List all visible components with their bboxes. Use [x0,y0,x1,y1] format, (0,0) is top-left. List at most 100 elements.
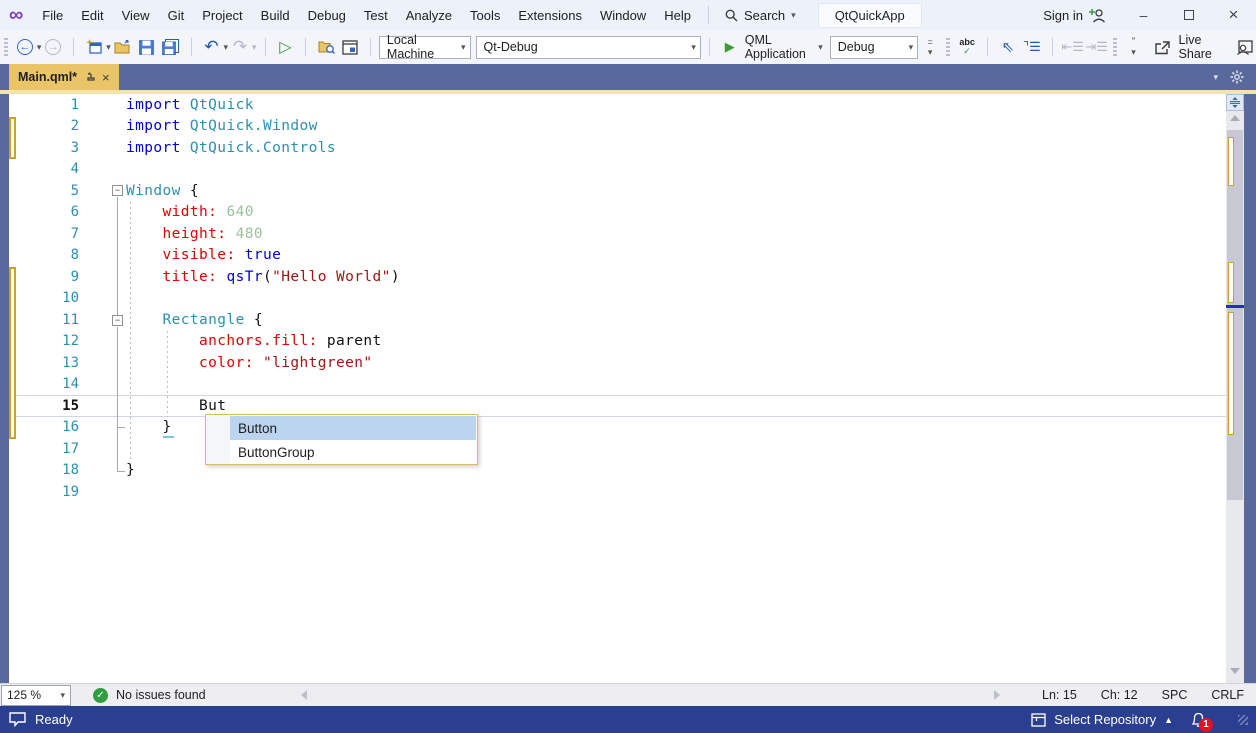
resize-grip[interactable] [1238,715,1248,725]
code-line-18[interactable]: 18} [9,460,1226,482]
close-button[interactable]: × [1211,0,1256,30]
completion-item-buttongroup[interactable]: ButtonGroup [230,440,476,464]
code-line-17[interactable]: 17 [9,438,1226,460]
code-editor[interactable]: 1import QtQuick2import QtQuick.Window3im… [9,94,1226,683]
code-line-7[interactable]: 7 height: 480 [9,223,1226,245]
search-control[interactable]: Search ▾ [717,5,804,26]
vertical-scrollbar[interactable] [1226,94,1244,683]
menu-window[interactable]: Window [591,4,655,27]
toolbar-overflow-button[interactable]: =▾ [919,35,941,59]
menu-extensions[interactable]: Extensions [509,4,591,27]
maximize-button[interactable] [1166,0,1211,30]
splitter-button[interactable] [1226,94,1244,111]
menu-debug[interactable]: Debug [299,4,355,27]
target-machine-combobox[interactable]: Local Machine ▾ [379,36,471,59]
select-to-caret-button[interactable]: ⇖ [997,35,1019,59]
intellisense-popup[interactable]: ButtonButtonGroup [205,414,478,465]
fold-collapse-box[interactable]: − [112,315,123,326]
notifications-button[interactable]: 1 [1191,712,1206,728]
menu-git[interactable]: Git [159,4,194,27]
code-line-14[interactable]: 14 [9,374,1226,396]
menu-edit[interactable]: Edit [72,4,112,27]
run-dropdown[interactable]: ▾ [818,42,823,53]
navigate-back-button[interactable]: ← [14,35,36,59]
start-without-debugging-button[interactable]: ▷ [274,35,296,59]
completion-item-button[interactable]: Button [230,416,476,440]
save-button[interactable] [136,35,158,59]
sign-in-button[interactable]: Sign in [1043,8,1107,23]
attach-to-process-button[interactable] [339,35,361,59]
code-line-15[interactable]: 15 But [9,395,1226,417]
code-line-11[interactable]: 11 Rectangle { [9,309,1226,331]
menu-help[interactable]: Help [655,4,700,27]
select-repository-button[interactable]: Select Repository [1054,712,1156,727]
navigate-forward-button[interactable]: → [42,35,64,59]
menu-project[interactable]: Project [193,4,251,27]
run-label[interactable]: QML Application [745,33,815,61]
new-project-button[interactable] [83,35,105,59]
code-line-1[interactable]: 1import QtQuick [9,94,1226,116]
live-share-button[interactable] [1152,35,1174,59]
hscroll-left-arrow[interactable] [301,690,307,700]
solution-config-combobox[interactable]: Debug ▾ [830,36,918,59]
toolbar-grip[interactable] [4,38,8,56]
collaborators-button[interactable] [1233,35,1255,59]
code-line-10[interactable]: 10 [9,288,1226,310]
hscroll-right-arrow[interactable] [994,690,1000,700]
code-line-12[interactable]: 12 anchors.fill: parent [9,331,1226,353]
comment-overflow-button[interactable]: “▾ [1123,35,1145,59]
live-share-label[interactable]: Live Share [1179,33,1226,61]
code-line-19[interactable]: 19 [9,481,1226,503]
menu-view[interactable]: View [113,4,159,27]
increase-indent-button[interactable]: ⇥☰ [1086,35,1108,59]
indent-guide [167,331,168,417]
undo-button[interactable]: ↶ [201,35,223,59]
tab-list-dropdown[interactable]: ▾ [1213,72,1218,83]
line-ending-indicator[interactable]: CRLF [1199,688,1256,702]
pin-icon[interactable] [84,72,95,83]
toolbar-grip[interactable] [946,38,950,56]
tab-main-qml[interactable]: Main.qml* × [9,64,119,90]
code-line-3[interactable]: 3import QtQuick.Controls [9,137,1226,159]
solution-name[interactable]: QtQuickApp [818,3,922,28]
issues-status[interactable]: No issues found [116,688,206,702]
line-indicator[interactable]: Ln: 15 [1030,688,1089,702]
undo-dropdown[interactable]: ▾ [224,42,229,53]
menu-analyze[interactable]: Analyze [397,4,461,27]
code-line-16[interactable]: 16 } [9,417,1226,439]
scroll-up-arrow[interactable] [1230,115,1240,121]
editor-options-gear-icon[interactable] [1230,70,1244,84]
spell-check-button[interactable]: abc ✓ [956,35,978,59]
column-indicator[interactable]: Ch: 12 [1089,688,1150,702]
run-button[interactable]: ▶ [719,35,741,59]
menu-build[interactable]: Build [252,4,299,27]
spaces-indicator[interactable]: SPC [1150,688,1200,702]
redo-dropdown[interactable]: ▾ [252,42,257,53]
code-line-5[interactable]: 5Window { [9,180,1226,202]
fold-collapse-box[interactable]: − [112,185,123,196]
build-config-combobox[interactable]: Qt-Debug ▾ [476,36,701,59]
find-in-files-button[interactable] [315,35,337,59]
code-line-6[interactable]: 6 width: 640 [9,202,1226,224]
new-project-dropdown[interactable]: ▾ [106,42,111,53]
minimize-button[interactable]: – [1121,0,1166,30]
decrease-indent-button[interactable]: ⇤☰ [1062,35,1084,59]
format-document-button[interactable]: ⌝☰ [1021,35,1043,59]
code-line-8[interactable]: 8 visible: true [9,245,1226,267]
code-line-4[interactable]: 4 [9,159,1226,181]
code-line-9[interactable]: 9 title: qsTr("Hello World") [9,266,1226,288]
zoom-level-combobox[interactable]: 125 % ▾ [1,685,71,706]
scroll-down-arrow[interactable] [1230,668,1240,674]
code-line-13[interactable]: 13 color: "lightgreen" [9,352,1226,374]
code-line-2[interactable]: 2import QtQuick.Window [9,116,1226,138]
feedback-icon[interactable] [9,712,26,727]
tab-close-icon[interactable]: × [102,70,110,85]
redo-button[interactable]: ↷ [229,35,251,59]
menu-test[interactable]: Test [355,4,397,27]
menu-tools[interactable]: Tools [461,4,509,27]
navigate-back-dropdown[interactable]: ▾ [37,42,42,53]
toolbar-grip[interactable] [1113,38,1117,56]
menu-file[interactable]: File [33,4,72,27]
open-file-button[interactable] [112,35,134,59]
save-all-button[interactable] [160,35,182,59]
